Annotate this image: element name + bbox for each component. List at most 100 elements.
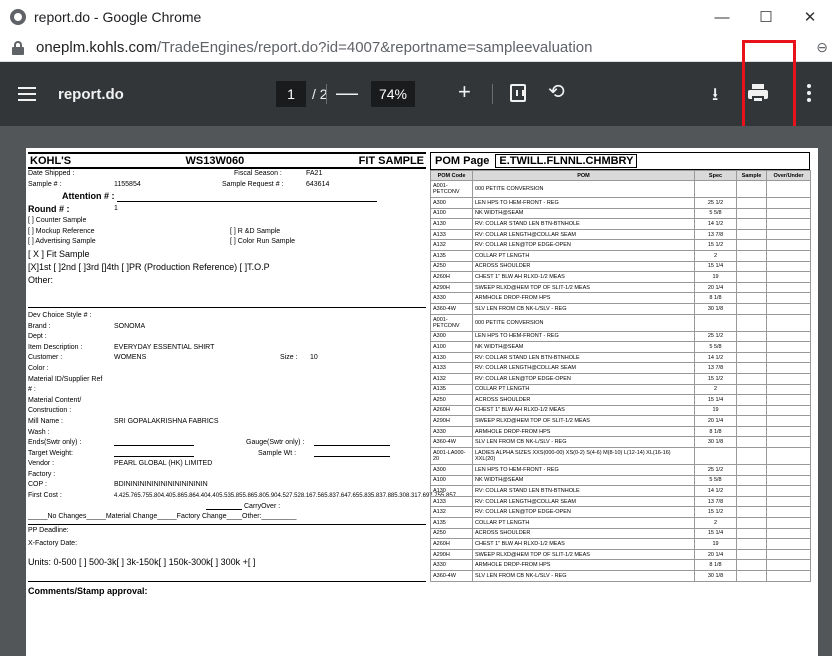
pom-over-under-cell [766, 495, 811, 508]
pom-spec-cell: 5 5/8 [694, 341, 737, 353]
pom-code-cell: A330 [430, 559, 473, 571]
table-row: A130 RV: COLLAR STAND LEN BTN-BTNHOLE 14 1… [430, 485, 811, 497]
pom-code-cell: A260H [430, 538, 473, 550]
pom-sample-cell [736, 538, 767, 550]
pom-over-under-cell [766, 394, 811, 406]
pom-desc-cell: RV: COLLAR STAND LEN BTN-BTNHOLE [472, 218, 695, 230]
pdf-viewer[interactable]: KOHL'S WS13W060 FIT SAMPLE Date Shipped … [0, 126, 832, 656]
pom-sample-cell [736, 548, 767, 561]
pom-sample-cell [736, 394, 767, 406]
pom-sample-cell [736, 341, 767, 353]
table-row: A132 RV: COLLAR LEN@TOP EDGE-OPEN 15 1/2 [430, 239, 811, 251]
page-number-input[interactable]: 1 [276, 81, 306, 107]
pom-sample-cell [736, 197, 767, 209]
pom-desc-cell: RV: COLLAR LEN@TOP EDGE-OPEN [472, 506, 695, 519]
scrollbar[interactable] [826, 126, 832, 656]
table-row: A135 COLLAR PT LENGTH 2 [430, 249, 811, 262]
pom-code-cell: A250 [430, 260, 473, 273]
fit-to-page-icon[interactable] [510, 84, 526, 102]
pom-over-under-cell [766, 313, 811, 332]
field-value: 1155854 [114, 180, 141, 188]
field-label: First Cost : [28, 492, 62, 500]
pom-spec-cell: 5 5/8 [694, 474, 737, 487]
pom-sample-cell [736, 330, 767, 343]
table-row: A100 NK WIDTH@SEAM 5 5/8 [430, 474, 811, 487]
pom-over-under-cell [766, 485, 811, 497]
field-label: Vendor : [28, 460, 55, 468]
rotate-icon[interactable]: ⟲ [548, 79, 565, 104]
checkbox-colorrun[interactable]: [ ] Color Run Sample [230, 237, 295, 248]
pom-code-cell: A260H [430, 271, 473, 283]
pom-desc-cell: COLLAR PT LENGTH [472, 517, 695, 529]
units-options: Units: 0-500 [ ] 500-3k[ ] 3k-150k[ ] 15… [28, 557, 256, 568]
pom-code-cell: A250 [430, 527, 473, 540]
table-row: A290H SWEEP RLXD@HEM TOP OF SLIT-1/2 MEAS… [430, 281, 811, 294]
table-row: A250 ACROSS SHOULDER 15 1/4 [430, 260, 811, 273]
field-value: FA21 [306, 170, 323, 177]
field-label: Fiscal Season : [234, 170, 282, 177]
table-row: A132 RV: COLLAR LEN@TOP EDGE-OPEN 15 1/2 [430, 506, 811, 519]
pom-sample-cell [736, 351, 767, 364]
pom-desc-cell: ACROSS SHOULDER [472, 394, 695, 406]
pom-desc-cell: LADIES ALPHA SIZES XXS(000-00) XS(0-2) S… [472, 447, 695, 466]
field-label: Mill Name : [28, 417, 64, 425]
pom-desc-cell: LEN HPS TO HEM-FRONT - REG [472, 464, 695, 476]
lock-icon [12, 40, 24, 55]
address-bar[interactable]: oneplm.kohls.com/TradeEngines/report.do?… [0, 34, 832, 62]
url-host: oneplm.kohls.com [36, 39, 157, 56]
hamburger-icon[interactable] [18, 87, 36, 101]
pom-over-under-cell [766, 218, 811, 230]
pdf-page: KOHL'S WS13W060 FIT SAMPLE Date Shipped … [26, 148, 818, 656]
zoom-level-input[interactable]: 74% [371, 81, 415, 107]
pom-spec-cell: 8 1/8 [694, 292, 737, 304]
checkbox-counter[interactable]: [ ] Counter Sample [28, 217, 86, 224]
field-value: PEARL GLOBAL (HK) LIMITED [114, 460, 213, 468]
pom-desc-cell: SLV LEN FROM CB NK-L/SLV - REG [472, 570, 695, 582]
checkbox-advertising[interactable]: [ ] Advertising Sample [28, 238, 96, 245]
pom-spec-cell: 13 7/8 [694, 228, 737, 241]
table-row: A360-4W SLV LEN FROM CB NK-L/SLV - REG 30 … [430, 436, 811, 449]
maximize-button[interactable]: ☐ [744, 0, 788, 34]
zoom-icon[interactable]: ⊖ [816, 39, 828, 56]
table-row: A133 RV: COLLAR LENGTH@COLLAR SEAM 13 7/8 [430, 495, 811, 508]
pom-code-cell: A133 [430, 228, 473, 241]
download-icon[interactable]: ⭳ [712, 82, 718, 112]
field-label: Round # : [28, 204, 70, 215]
pom-code-cell: A330 [430, 425, 473, 438]
pom-desc-cell: SWEEP RLXD@HEM TOP OF SLIT-1/2 MEAS [472, 415, 695, 427]
pom-sample-cell [736, 485, 767, 497]
window-title: report.do - Google Chrome [34, 9, 202, 25]
minimize-button[interactable]: — [700, 0, 744, 34]
pom-over-under-cell [766, 506, 811, 519]
field-label: COP : [28, 481, 47, 489]
pom-sample-cell [736, 313, 767, 332]
pom-desc-cell: RV: COLLAR LEN@TOP EDGE-OPEN [472, 372, 695, 385]
table-row: A132 RV: COLLAR LEN@TOP EDGE-OPEN 15 1/2 [430, 372, 811, 385]
zoom-in-button[interactable]: + [458, 79, 471, 105]
field-value: WOMENS [114, 354, 147, 362]
table-row: A130 RV: COLLAR STAND LEN BTN-BTNHOLE 14 1… [430, 218, 811, 230]
field-label: Item Description : [28, 343, 83, 351]
more-vert-icon[interactable] [807, 84, 811, 102]
table-row: A260H CHEST 1" BLW AH RLXD-1/2 MEAS 19 [430, 538, 811, 550]
table-row: A290H SWEEP RLXD@HEM TOP OF SLIT-1/2 MEAS… [430, 415, 811, 427]
url-text[interactable]: oneplm.kohls.com/TradeEngines/report.do?… [36, 39, 592, 56]
checkbox-rd[interactable]: [ ] R &D Sample [230, 227, 280, 238]
pom-over-under-cell [766, 271, 811, 283]
table-row: A360-4W SLV LEN FROM CB NK-L/SLV - REG 30 … [430, 570, 811, 582]
checkbox-mockup[interactable]: [ ] Mockup Reference [28, 228, 95, 235]
pom-spec-cell: 8 1/8 [694, 559, 737, 571]
table-row: A135 COLLAR PT LENGTH 2 [430, 383, 811, 396]
other-label: Other: [28, 274, 54, 285]
pom-sample-cell [736, 447, 767, 466]
close-button[interactable]: ✕ [788, 0, 832, 34]
table-row: A001-LA000-20 LADIES ALPHA SIZES XXS(000-… [430, 447, 811, 466]
field-value: BDININININININININININININ [114, 481, 208, 489]
pom-over-under-cell [766, 330, 811, 343]
field-value: 643614 [306, 180, 330, 188]
pom-desc-cell: RV: COLLAR LENGTH@COLLAR SEAM [472, 362, 695, 374]
field-label: Dept : [28, 333, 47, 341]
pom-code-cell: A300 [430, 330, 473, 343]
checkbox-fit[interactable]: [ X ] Fit Sample [28, 249, 90, 259]
zoom-out-button[interactable]: — [336, 80, 358, 106]
